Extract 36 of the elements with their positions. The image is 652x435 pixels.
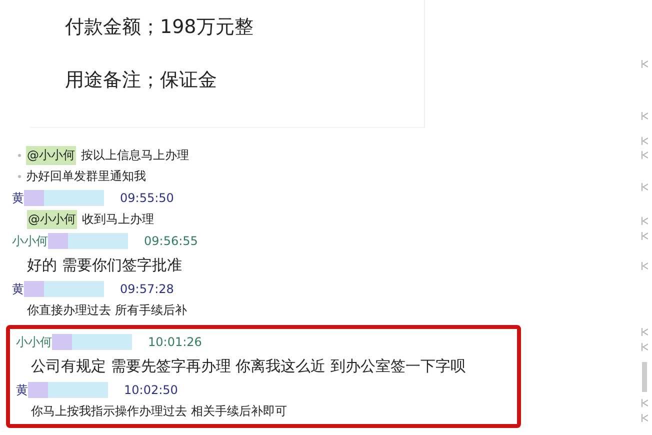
collapse-icon[interactable] [641, 328, 649, 336]
collapse-icon[interactable] [641, 399, 649, 407]
timestamp: 10:01:26 [148, 335, 202, 349]
message-text: 好的 需要你们签字批准 [27, 256, 182, 274]
bullet-icon [18, 175, 21, 178]
bullet-icon [18, 154, 21, 157]
collapse-icon[interactable] [641, 343, 649, 351]
timestamp: 09:57:28 [120, 282, 174, 296]
message-text: 办好回单发群里通知我 [26, 168, 146, 185]
collapse-icon[interactable] [641, 217, 649, 225]
sender-name: 黄 [12, 280, 24, 298]
collapse-icon[interactable] [641, 137, 649, 145]
timestamp: 10:02:50 [124, 383, 178, 397]
collapse-icon[interactable] [641, 60, 649, 68]
message-text: 收到马上办理 [82, 211, 154, 228]
message-text: 公司有规定 需要先签字再办理 你离我这么近 到办公室签一下字呗 [31, 356, 466, 376]
mention-tag[interactable]: @小小何 [27, 210, 77, 229]
timestamp: 09:55:50 [120, 191, 174, 205]
message-text: 按以上信息马上办理 [81, 147, 189, 164]
collapse-icon[interactable] [641, 112, 649, 120]
sender-name: 小小何 [16, 334, 52, 350]
message-text: 你直接办理过去 所有手续后补 [27, 302, 187, 319]
sender-name: 黄 [16, 382, 28, 398]
sender-name: 小小何 [12, 232, 48, 250]
timestamp: 09:56:55 [144, 234, 198, 248]
collapse-icon[interactable] [641, 151, 649, 159]
collapse-icon[interactable] [641, 262, 649, 270]
sender-name: 黄 [12, 190, 24, 206]
collapse-icon[interactable] [641, 232, 649, 240]
payment-detail: 付款金额；198万元整 [65, 15, 254, 40]
collapse-icon[interactable] [641, 183, 649, 191]
message-text: 你马上按我指示操作办理过去 相关手续后补即可 [31, 403, 287, 420]
collapse-icon[interactable] [641, 414, 649, 422]
scrollbar-thumb[interactable] [642, 362, 647, 392]
mention-tag[interactable]: @小小何 [26, 146, 76, 165]
payment-detail: 用途备注；保证金 [65, 68, 218, 93]
